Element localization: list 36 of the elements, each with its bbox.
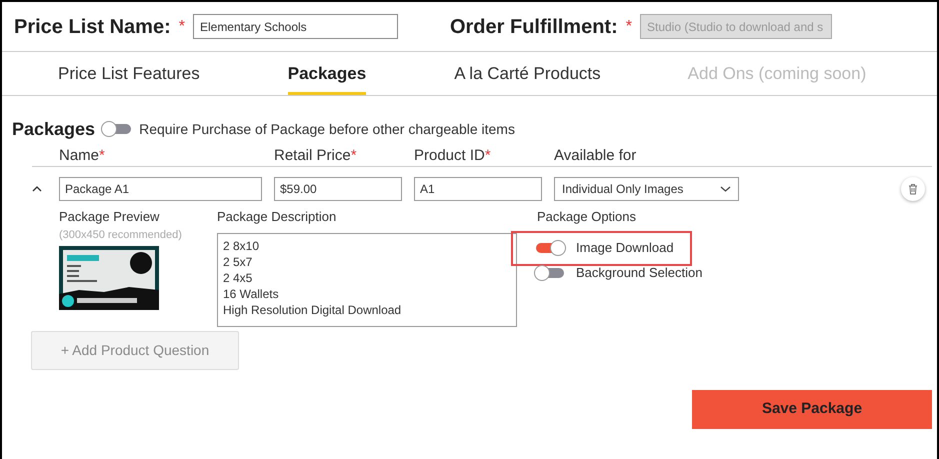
preview-hint: (300x450 recommended) — [59, 228, 183, 242]
save-button[interactable]: Save Package — [692, 390, 932, 429]
price-list-name-label: Price List Name: — [14, 14, 171, 40]
trash-icon — [908, 183, 918, 195]
required-mark: * — [626, 16, 632, 36]
required-mark: * — [484, 146, 491, 166]
preview-label: Package Preview — [59, 208, 160, 226]
order-fulfillment-label: Order Fulfillment: — [450, 14, 618, 40]
tab[interactable]: Price List Features — [58, 60, 200, 95]
delete-button[interactable] — [901, 177, 925, 201]
toggle-label: Image Download — [576, 239, 674, 258]
collapse-caret-icon[interactable] — [32, 186, 42, 192]
toggle-switch[interactable] — [103, 124, 132, 134]
input-field[interactable]: A1 — [414, 177, 542, 201]
column-header: Product ID — [414, 146, 485, 166]
toggle-label: Background Selection — [576, 264, 702, 282]
toggle-switch[interactable] — [536, 243, 564, 253]
chevron-down-icon — [720, 186, 731, 192]
required-mark: * — [99, 146, 105, 166]
tab[interactable]: A la Carté Products — [454, 60, 601, 95]
input-field[interactable]: Package A1 — [59, 177, 262, 201]
column-header: Available for — [554, 146, 636, 166]
input-field[interactable]: Elementary Schools — [192, 14, 398, 39]
section-title: Packages — [12, 118, 96, 141]
column-header: Retail Price — [274, 146, 351, 166]
input-field[interactable]: $59.00 — [274, 177, 402, 201]
required-mark: * — [350, 146, 357, 166]
column-header: Name — [59, 146, 100, 166]
toggle-switch[interactable] — [536, 268, 564, 278]
required-mark: * — [178, 16, 185, 36]
options-label: Package Options — [537, 208, 638, 226]
toggle-label: Require Purchase of Package before other chargeable items — [139, 120, 515, 139]
description-label: Package Description — [217, 208, 338, 226]
tab[interactable]: Packages — [288, 60, 366, 95]
description-field[interactable]: 2 8x10 2 5x7 2 4x5 16 Wallets High Resolution Digital Download — [217, 232, 517, 327]
select-field[interactable]: Individual Only Images — [554, 177, 739, 201]
